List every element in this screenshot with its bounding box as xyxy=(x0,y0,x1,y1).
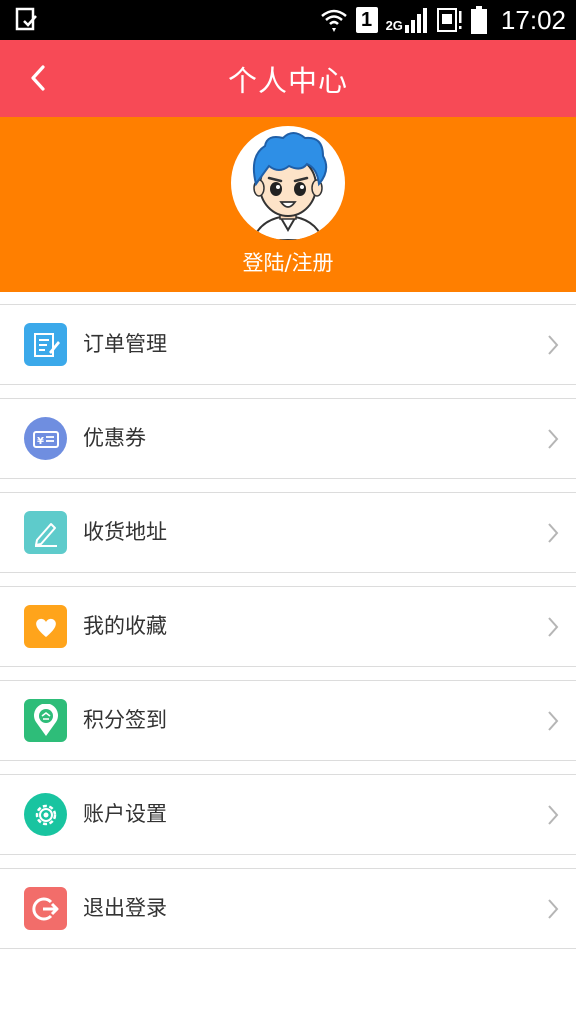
menu-item-checkin[interactable]: 积分签到 xyxy=(0,680,576,761)
download-notification-icon xyxy=(15,7,37,31)
menu-icon-bg xyxy=(24,699,67,742)
menu-item-address[interactable]: 收货地址 xyxy=(0,492,576,573)
status-bar: 1 2G 17:02 xyxy=(0,0,576,40)
menu-item-orders[interactable]: 订单管理 xyxy=(0,304,576,385)
menu-item-label: 优惠券 xyxy=(83,426,146,450)
gear-icon xyxy=(35,804,56,825)
status-icons: 1 2G 17:02 xyxy=(320,0,566,40)
chevron-right-icon xyxy=(548,429,559,449)
sim-alert-icon xyxy=(436,8,462,32)
order-edit-icon xyxy=(33,332,60,357)
address-pencil-icon xyxy=(34,522,57,547)
menu-item-label: 积分签到 xyxy=(83,708,167,732)
menu-list: 订单管理 ¥ 优惠券 收货地址 我的收藏 积分签到 账户设置 退出登录 xyxy=(0,304,576,962)
sim-card-icon: 1 xyxy=(355,7,378,33)
menu-item-logout[interactable]: 退出登录 xyxy=(0,868,576,949)
chevron-right-icon xyxy=(548,617,559,637)
svg-text:¥: ¥ xyxy=(37,436,44,447)
signal-icon xyxy=(404,8,427,33)
battery-icon xyxy=(470,6,487,34)
menu-icon-bg xyxy=(24,323,67,366)
chevron-right-icon xyxy=(548,805,559,825)
menu-item-coupons[interactable]: ¥ 优惠券 xyxy=(0,398,576,479)
menu-icon-bg xyxy=(24,887,67,930)
page-title: 个人中心 xyxy=(227,63,348,98)
cartoon-boy-avatar-icon xyxy=(251,132,328,240)
avatar[interactable] xyxy=(231,126,345,240)
chevron-right-icon xyxy=(548,523,559,543)
menu-icon-bg xyxy=(24,605,67,648)
menu-item-label: 退出登录 xyxy=(83,896,167,920)
checkin-pin-icon xyxy=(33,703,58,736)
wifi-icon xyxy=(320,9,347,32)
menu-icon-bg xyxy=(24,511,67,554)
menu-item-label: 我的收藏 xyxy=(83,614,167,638)
chevron-right-icon xyxy=(548,899,559,919)
logout-icon xyxy=(31,897,58,920)
clock: 17:02 xyxy=(500,4,566,35)
profile-header: 登陆/注册 xyxy=(0,117,576,292)
login-register-link[interactable]: 登陆/注册 xyxy=(0,247,576,277)
coupon-icon: ¥ xyxy=(32,430,59,448)
chevron-left-icon xyxy=(31,65,45,91)
menu-icon-bg xyxy=(24,793,67,836)
menu-item-label: 收货地址 xyxy=(83,520,167,544)
menu-item-favorites[interactable]: 我的收藏 xyxy=(0,586,576,667)
heart-icon xyxy=(35,618,56,637)
chevron-right-icon xyxy=(548,711,559,731)
back-button[interactable] xyxy=(16,56,60,100)
chevron-right-icon xyxy=(548,335,559,355)
network-type: 2G xyxy=(385,17,403,33)
title-bar: 个人中心 xyxy=(0,40,576,117)
sim-number: 1 xyxy=(361,8,373,31)
menu-icon-bg: ¥ xyxy=(24,417,67,460)
menu-item-label: 账户设置 xyxy=(83,802,167,826)
menu-item-settings[interactable]: 账户设置 xyxy=(0,774,576,855)
menu-item-label: 订单管理 xyxy=(83,332,167,356)
